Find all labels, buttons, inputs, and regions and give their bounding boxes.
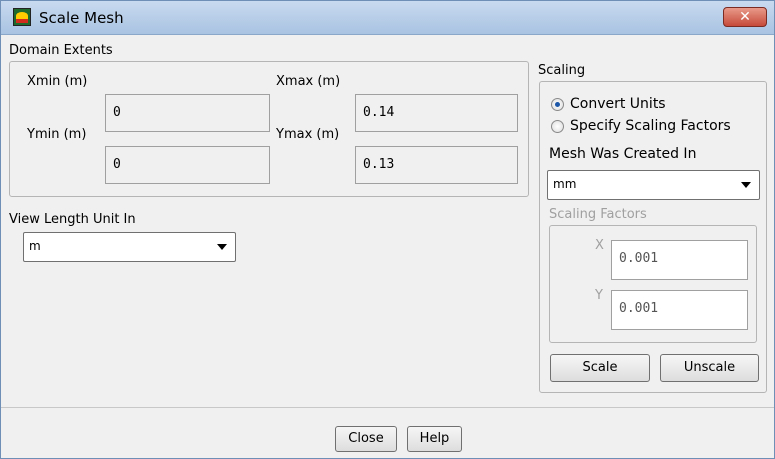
view-length-label: View Length Unit In bbox=[9, 212, 136, 227]
convert-units-label[interactable]: Convert Units bbox=[570, 96, 666, 112]
factor-y-label: Y bbox=[595, 288, 603, 303]
mesh-created-label: Mesh Was Created In bbox=[549, 146, 697, 162]
ymin-field: 0 bbox=[105, 146, 270, 184]
scale-button[interactable]: Scale bbox=[550, 354, 650, 382]
unscale-button[interactable]: Unscale bbox=[660, 354, 759, 382]
view-length-dropdown[interactable]: m bbox=[23, 232, 236, 262]
close-button[interactable]: Close bbox=[335, 426, 397, 452]
chevron-down-icon bbox=[217, 244, 227, 250]
xmin-label: Xmin (m) bbox=[27, 74, 88, 89]
mesh-created-dropdown[interactable]: mm bbox=[547, 170, 760, 200]
ymax-field: 0.13 bbox=[355, 146, 518, 184]
scaling-factors-title: Scaling Factors bbox=[549, 207, 647, 222]
xmax-label: Xmax (m) bbox=[276, 74, 341, 89]
mesh-created-selected: mm bbox=[553, 177, 577, 191]
specify-factors-label[interactable]: Specify Scaling Factors bbox=[570, 118, 731, 134]
app-icon bbox=[13, 8, 31, 26]
factor-x-label: X bbox=[595, 238, 604, 253]
specify-factors-radio[interactable] bbox=[551, 120, 564, 133]
help-button[interactable]: Help bbox=[407, 426, 462, 452]
factor-y-field[interactable]: 0.001 bbox=[611, 290, 748, 330]
window-title: Scale Mesh bbox=[39, 9, 124, 27]
convert-units-radio[interactable] bbox=[551, 98, 564, 111]
domain-extents-title: Domain Extents bbox=[9, 43, 113, 58]
footer-divider bbox=[1, 407, 774, 408]
xmin-field: 0 bbox=[105, 94, 270, 132]
view-length-selected: m bbox=[29, 239, 41, 253]
scaling-title: Scaling bbox=[538, 63, 586, 78]
ymax-label: Ymax (m) bbox=[276, 127, 340, 142]
factor-x-field[interactable]: 0.001 bbox=[611, 240, 748, 280]
chevron-down-icon bbox=[741, 182, 751, 188]
ymin-label: Ymin (m) bbox=[27, 127, 87, 142]
title-bar: Scale Mesh ✕ bbox=[1, 1, 774, 35]
window-close-button[interactable]: ✕ bbox=[723, 7, 767, 27]
scale-mesh-dialog: Scale Mesh ✕ Domain Extents Xmin (m) 0 X… bbox=[0, 0, 775, 459]
xmax-field: 0.14 bbox=[355, 94, 518, 132]
